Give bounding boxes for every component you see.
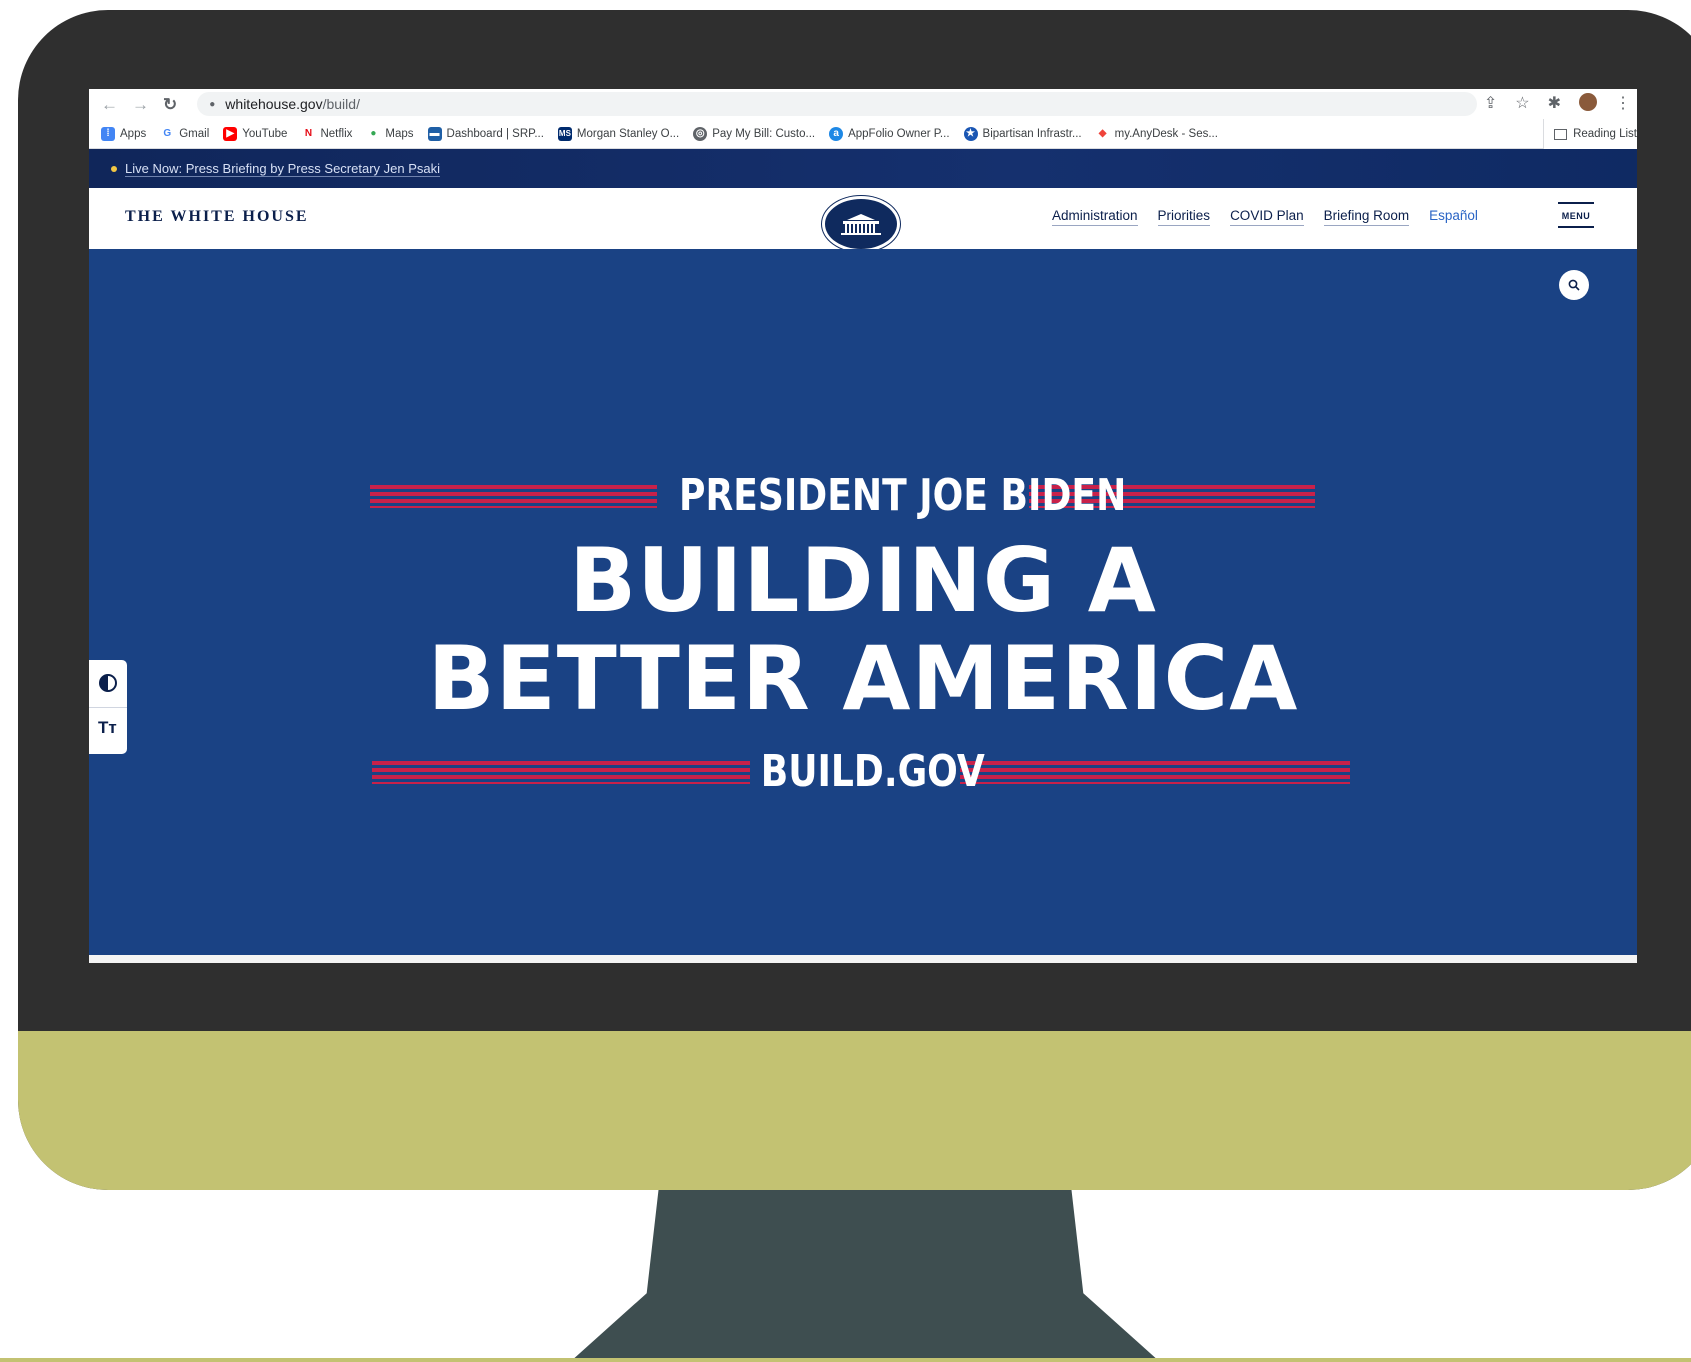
forward-icon[interactable]: →	[132, 96, 149, 113]
nav-briefing-room[interactable]: Briefing Room	[1323, 208, 1410, 226]
desk-line	[0, 1358, 1691, 1362]
bookmark-bipartisan[interactable]: ★ Bipartisan Infrastr...	[963, 126, 1082, 141]
bookmark-youtube[interactable]: ▶ YouTube	[223, 126, 287, 141]
anydesk-icon: ◆	[1095, 126, 1110, 141]
page-bottom-edge	[89, 955, 1637, 963]
stripes-right-bottom	[960, 761, 1350, 784]
search-icon[interactable]	[1559, 270, 1589, 300]
bookmark-apps[interactable]: ⁞ Apps	[101, 126, 146, 141]
appfolio-icon: a	[829, 126, 844, 141]
google-icon: G	[160, 126, 175, 141]
bookmark-pay-my-bill[interactable]: ◎ Pay My Bill: Custo...	[693, 126, 815, 141]
bookmarks-bar: ⁞ Apps G Gmail ▶ YouTube N Netflix ● Maps ▬ Da…	[89, 119, 1637, 149]
apps-grid-icon: ⁞	[101, 126, 115, 141]
site-header: THE WHITE HOUSE Administration Prioritie…	[89, 188, 1637, 252]
more-options-icon[interactable]: ⋮	[1615, 93, 1631, 113]
netflix-icon: N	[301, 126, 316, 141]
url-host: whitehouse.gov	[225, 96, 323, 112]
live-banner-text: Live Now: Press Briefing by Press Secret…	[125, 160, 441, 177]
youtube-icon: ▶	[223, 126, 238, 141]
dot-gov-icon: ★	[963, 126, 978, 141]
kicker-row: PRESIDENT JOE BIDEN	[370, 470, 1315, 521]
star-icon[interactable]: ☆	[1515, 93, 1529, 113]
share-icon[interactable]: ⇪	[1484, 93, 1497, 113]
bookmark-maps[interactable]: ● Maps	[366, 126, 414, 141]
url-path: /build/	[322, 96, 360, 112]
monitor-chin	[18, 1031, 1691, 1190]
address-bar[interactable]: ● whitehouse.gov/build/	[197, 92, 1478, 116]
menu-label: MENU	[1561, 211, 1591, 221]
live-banner[interactable]: Live Now: Press Briefing by Press Secret…	[89, 149, 1637, 188]
reading-list-icon	[1554, 128, 1568, 140]
menu-button[interactable]: MENU	[1558, 202, 1594, 232]
nav-covid-plan[interactable]: COVID Plan	[1230, 208, 1304, 226]
stripes-left-bottom	[372, 761, 750, 784]
build-gov-row: BUILD.GOV	[372, 746, 1350, 797]
stripes-left-top	[370, 485, 657, 508]
site-title[interactable]: THE WHITE HOUSE	[125, 208, 309, 226]
hero-headline-line1: BUILDING A	[569, 529, 1157, 632]
bookmark-gmail[interactable]: G Gmail	[160, 126, 209, 141]
bookmark-appfolio[interactable]: a AppFolio Owner P...	[829, 126, 950, 141]
live-dot-icon	[111, 165, 117, 172]
reading-list-button[interactable]: Reading List	[1543, 119, 1637, 149]
nav-espanol[interactable]: Español	[1429, 208, 1478, 226]
monitor-stand	[570, 1190, 1160, 1362]
bookmark-morgan-stanley[interactable]: MS Morgan Stanley O...	[557, 126, 679, 141]
nav-administration[interactable]: Administration	[1052, 208, 1138, 226]
hero-headline-line2: BETTER AMERICA	[427, 627, 1299, 730]
ms-icon: MS	[557, 126, 572, 141]
white-house-seal-icon[interactable]	[822, 196, 900, 252]
extensions-icon[interactable]: ✱	[1548, 93, 1561, 113]
browser-toolbar: ← → ↻ ● whitehouse.gov/build/ ⇪ ☆ ✱ ⋮	[89, 89, 1637, 119]
bookmark-anydesk[interactable]: ◆ my.AnyDesk - Ses...	[1095, 126, 1218, 141]
monitor-screen: ← → ↻ ● whitehouse.gov/build/ ⇪ ☆ ✱ ⋮ ⁞ A…	[89, 89, 1637, 963]
globe-icon: ◎	[693, 126, 708, 141]
hero-build-gov: BUILD.GOV	[760, 746, 985, 797]
back-icon[interactable]: ←	[101, 96, 118, 113]
nav-priorities[interactable]: Priorities	[1157, 208, 1211, 226]
profile-avatar-icon[interactable]	[1579, 93, 1597, 111]
bookmark-netflix[interactable]: N Netflix	[301, 126, 352, 141]
bookmark-dashboard[interactable]: ▬ Dashboard | SRP...	[427, 126, 544, 141]
hero-banner: Tт PRESIDENT JOE BIDEN BUILDING A BETTER…	[89, 249, 1637, 955]
lock-icon: ●	[209, 98, 216, 110]
hero-kicker: PRESIDENT JOE BIDEN	[679, 470, 1127, 521]
srp-icon: ▬	[427, 126, 442, 141]
maps-pin-icon: ●	[366, 126, 381, 141]
reload-icon[interactable]: ↻	[163, 96, 177, 113]
main-nav: Administration Priorities COVID Plan Bri…	[1052, 208, 1478, 226]
